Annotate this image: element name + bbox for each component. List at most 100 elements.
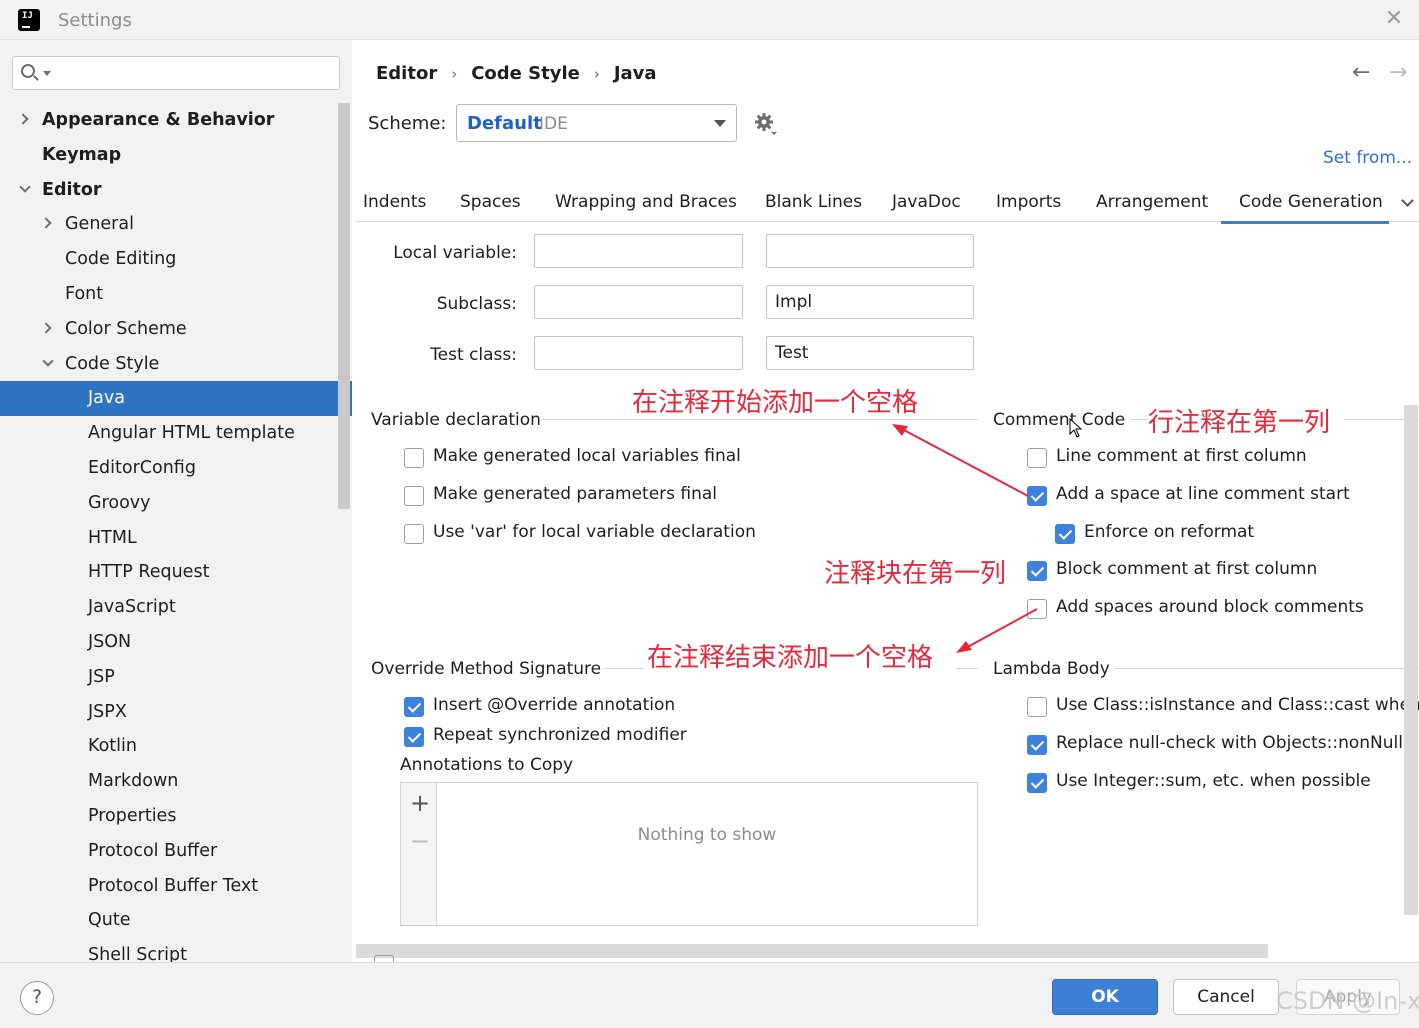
subclass-prefix-field[interactable] xyxy=(534,285,743,319)
breadcrumb-item-code-style[interactable]: Code Style xyxy=(471,63,580,84)
chevron-right-icon[interactable] xyxy=(17,113,29,125)
settings-main-panel: Editor › Code Style › Java ← → Scheme: Defau… xyxy=(352,40,1419,962)
scheme-label: Scheme: xyxy=(368,113,447,134)
checkbox-box[interactable] xyxy=(404,524,424,544)
tree-item-protocol-buffer[interactable]: Protocol Buffer xyxy=(0,834,352,869)
forward-arrow-icon[interactable]: → xyxy=(1389,60,1407,85)
cancel-button[interactable]: Cancel xyxy=(1173,979,1279,1015)
checkbox-box[interactable] xyxy=(1027,561,1047,581)
checkbox-box[interactable] xyxy=(1027,599,1047,619)
tree-item-label: Qute xyxy=(88,910,131,931)
search-history-dropdown-icon[interactable] xyxy=(43,71,51,76)
tab-spaces[interactable]: Spaces xyxy=(460,192,521,212)
scheme-suffix: IDE xyxy=(539,114,568,134)
chevron-down-icon[interactable] xyxy=(19,180,31,193)
search-field[interactable] xyxy=(12,56,340,90)
tree-item-keymap[interactable]: Keymap xyxy=(0,138,352,173)
tree-item-java[interactable]: Java xyxy=(0,381,352,417)
tree-item-javascript[interactable]: JavaScript xyxy=(0,590,352,625)
tree-item-label: Font xyxy=(65,283,104,304)
subclass-suffix-field[interactable]: Impl xyxy=(766,285,974,319)
tree-item-json[interactable]: JSON xyxy=(0,625,352,660)
checkbox-label: Replace null-check with Objects::nonNull… xyxy=(1056,733,1419,753)
tree-item-code-editing[interactable]: Code Editing xyxy=(0,242,352,277)
tab-indents[interactable]: Indents xyxy=(363,192,426,212)
tree-item-qute[interactable]: Qute xyxy=(0,903,352,938)
tree-item-http-request[interactable]: HTTP Request xyxy=(0,555,352,590)
ok-button[interactable]: OK xyxy=(1052,979,1158,1015)
arrow-line xyxy=(899,427,1029,497)
tree-item-code-style[interactable]: Code Style xyxy=(0,347,352,382)
tree-item-markdown[interactable]: Markdown xyxy=(0,764,352,799)
tree-item-jsp[interactable]: JSP xyxy=(0,660,352,695)
tree-item-jspx[interactable]: JSPX xyxy=(0,695,352,730)
checkbox-box[interactable] xyxy=(1027,773,1047,793)
breadcrumb-item-editor[interactable]: Editor xyxy=(376,63,437,84)
tree-item-color-scheme[interactable]: Color Scheme xyxy=(0,312,352,347)
checkbox-box[interactable] xyxy=(1055,524,1075,544)
help-icon[interactable]: ? xyxy=(20,981,54,1015)
set-from-link[interactable]: Set from... xyxy=(1323,148,1412,168)
tree-item-kotlin[interactable]: Kotlin xyxy=(0,729,352,764)
main-vertical-scrollbar[interactable] xyxy=(1404,405,1418,915)
search-input[interactable] xyxy=(57,61,327,85)
tree-item-angular-html-template[interactable]: Angular HTML template xyxy=(0,416,352,451)
annotations-toolbar: + − xyxy=(401,783,437,925)
checkbox-box[interactable] xyxy=(404,727,424,747)
tree-item-label: Angular HTML template xyxy=(88,423,295,444)
tab-wrapping-and-braces[interactable]: Wrapping and Braces xyxy=(555,192,737,212)
tree-item-protocol-buffer-text[interactable]: Protocol Buffer Text xyxy=(0,869,352,904)
tab-javadoc[interactable]: JavaDoc xyxy=(892,192,961,212)
scheme-dropdown[interactable]: Default IDE xyxy=(456,104,737,142)
add-icon[interactable]: + xyxy=(410,789,430,817)
tree-item-groovy[interactable]: Groovy xyxy=(0,486,352,521)
test-class-suffix-field[interactable]: Test xyxy=(766,336,974,370)
sidebar-scrollbar[interactable] xyxy=(338,103,350,509)
checkbox-box[interactable] xyxy=(1027,486,1047,506)
back-arrow-icon[interactable]: ← xyxy=(1352,60,1370,85)
local-variable-suffix-field[interactable] xyxy=(766,234,974,268)
checkbox-box[interactable] xyxy=(1027,697,1047,717)
close-icon[interactable]: ✕ xyxy=(1383,8,1405,30)
tree-item-font[interactable]: Font xyxy=(0,277,352,312)
breadcrumb-item-java: Java xyxy=(613,63,657,84)
main-horizontal-scrollbar[interactable] xyxy=(356,944,1268,958)
window-title: Settings xyxy=(58,10,132,31)
tree-item-shell-script[interactable]: Shell Script xyxy=(0,938,352,962)
tree-item-editor[interactable]: Editor xyxy=(0,173,352,208)
arrowhead-icon xyxy=(956,641,972,653)
checkbox-label: Enforce on reformat xyxy=(1084,522,1255,542)
tab-arrangement[interactable]: Arrangement xyxy=(1096,192,1208,212)
checkbox-box[interactable] xyxy=(404,697,424,717)
tree-item-html[interactable]: HTML xyxy=(0,521,352,556)
chevron-down-icon xyxy=(714,120,726,127)
local-variable-prefix-field[interactable] xyxy=(534,234,743,268)
checkbox-box[interactable] xyxy=(1027,448,1047,468)
tree-item-label: Code Style xyxy=(65,353,160,374)
override-method-signature-title: Override Method Signature xyxy=(371,659,602,679)
checkbox-box[interactable] xyxy=(1027,735,1047,755)
chevron-down-icon[interactable] xyxy=(42,354,54,367)
section-divider xyxy=(956,668,978,669)
search-icon xyxy=(21,64,35,78)
checkbox-box[interactable] xyxy=(404,448,424,468)
test-class-prefix-field[interactable] xyxy=(534,336,743,370)
tree-item-general[interactable]: General xyxy=(0,207,352,242)
tree-item-label: General xyxy=(65,214,134,235)
mouse-cursor-icon xyxy=(1069,418,1083,438)
remove-icon[interactable]: − xyxy=(410,827,430,855)
chevron-right-icon[interactable] xyxy=(40,322,52,334)
checkbox-box[interactable] xyxy=(374,955,394,962)
arrowhead-icon xyxy=(892,424,908,436)
chevron-down-icon[interactable] xyxy=(1401,194,1414,207)
tree-item-editorconfig[interactable]: EditorConfig xyxy=(0,451,352,486)
tab-imports[interactable]: Imports xyxy=(996,192,1061,212)
checkbox-box[interactable] xyxy=(404,486,424,506)
tree-item-properties[interactable]: Properties xyxy=(0,799,352,834)
chevron-right-icon[interactable] xyxy=(40,217,52,230)
gear-icon[interactable] xyxy=(754,112,778,136)
tree-item-appearance-behavior[interactable]: Appearance & Behavior xyxy=(0,103,352,138)
tab-code-generation[interactable]: Code Generation xyxy=(1221,192,1389,224)
tab-blank-lines[interactable]: Blank Lines xyxy=(765,192,862,212)
annotations-list[interactable]: + − Nothing to show xyxy=(400,782,978,926)
